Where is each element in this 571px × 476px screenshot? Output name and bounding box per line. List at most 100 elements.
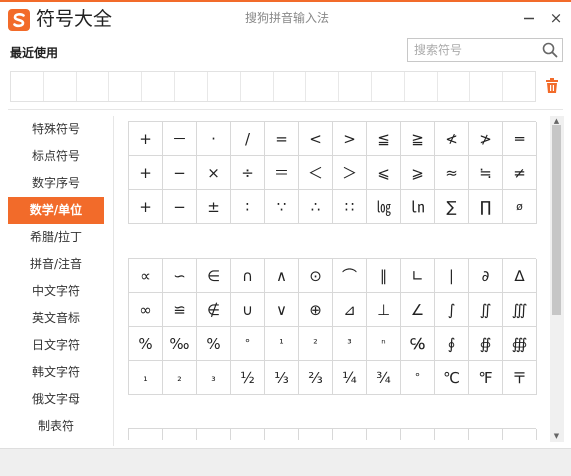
- symbol-cell[interactable]: ＞: [333, 156, 367, 190]
- symbol-cell[interactable]: ⊕: [299, 293, 333, 327]
- symbol-cell[interactable]: [333, 429, 367, 440]
- recent-symbol-slot[interactable]: [274, 72, 307, 101]
- symbol-cell[interactable]: ³: [333, 327, 367, 361]
- symbol-cell[interactable]: [435, 429, 469, 440]
- minimize-button[interactable]: [519, 8, 539, 28]
- symbol-cell[interactable]: [401, 429, 435, 440]
- symbol-cell[interactable]: °: [401, 361, 435, 395]
- symbol-cell[interactable]: <: [299, 122, 333, 156]
- symbol-cell[interactable]: ¹: [265, 327, 299, 361]
- recent-symbol-slot[interactable]: [109, 72, 143, 101]
- symbol-cell[interactable]: >: [333, 122, 367, 156]
- scroll-down-icon[interactable]: ▼: [552, 432, 561, 440]
- symbol-cell[interactable]: /: [231, 122, 265, 156]
- symbol-cell[interactable]: ×: [197, 156, 231, 190]
- symbol-cell[interactable]: ⊙: [299, 259, 333, 293]
- symbol-cell[interactable]: －: [163, 122, 197, 156]
- recent-symbol-slot[interactable]: [438, 72, 471, 101]
- search-box[interactable]: [407, 38, 563, 62]
- symbol-cell[interactable]: ±: [197, 190, 231, 224]
- recent-symbol-slot[interactable]: [175, 72, 208, 101]
- symbol-cell[interactable]: ═: [503, 122, 537, 156]
- symbol-cell[interactable]: ⊿: [333, 293, 367, 327]
- recent-symbol-slot[interactable]: [306, 72, 340, 101]
- symbol-cell[interactable]: ∉: [197, 293, 231, 327]
- symbol-cell[interactable]: ∆: [503, 259, 537, 293]
- symbol-cell[interactable]: °: [231, 327, 265, 361]
- recent-symbol-slot[interactable]: [405, 72, 438, 101]
- symbol-cell[interactable]: ¼: [333, 361, 367, 395]
- symbol-cell[interactable]: ⅔: [299, 361, 333, 395]
- recent-symbol-slot[interactable]: [339, 72, 372, 101]
- sidebar-item[interactable]: 拼音/注音: [8, 251, 104, 278]
- symbol-cell[interactable]: [163, 429, 197, 440]
- recent-symbol-slot[interactable]: [470, 72, 504, 101]
- sidebar-item[interactable]: 日文字符: [8, 332, 104, 359]
- symbol-cell[interactable]: ∂: [469, 259, 503, 293]
- symbol-cell[interactable]: ₁: [129, 361, 163, 395]
- symbol-cell[interactable]: ∶: [231, 190, 265, 224]
- symbol-cell[interactable]: ∵: [265, 190, 299, 224]
- symbol-cell[interactable]: [469, 429, 503, 440]
- symbol-cell[interactable]: ℅: [401, 327, 435, 361]
- symbol-cell[interactable]: ∥: [367, 259, 401, 293]
- symbol-cell[interactable]: ℃: [435, 361, 469, 395]
- symbol-cell[interactable]: ∞: [129, 293, 163, 327]
- recent-symbol-slot[interactable]: [503, 72, 535, 101]
- symbol-cell[interactable]: [503, 429, 537, 440]
- sidebar-item[interactable]: 制表符: [8, 413, 104, 440]
- symbol-cell[interactable]: 〒: [503, 361, 537, 395]
- sidebar-item[interactable]: 中文字符: [8, 278, 104, 305]
- recent-symbol-slot[interactable]: [77, 72, 110, 101]
- symbol-cell[interactable]: ₂: [163, 361, 197, 395]
- symbol-cell[interactable]: ∴: [299, 190, 333, 224]
- symbol-cell[interactable]: ²: [299, 327, 333, 361]
- symbol-cell[interactable]: ∑: [435, 190, 469, 224]
- symbol-cell[interactable]: ÷: [231, 156, 265, 190]
- symbol-cell[interactable]: =: [265, 122, 299, 156]
- recent-symbol-slot[interactable]: [11, 72, 44, 101]
- symbol-cell[interactable]: ∧: [265, 259, 299, 293]
- symbol-cell[interactable]: ∨: [265, 293, 299, 327]
- sidebar-item[interactable]: 特殊符号: [8, 116, 104, 143]
- symbol-cell[interactable]: −: [163, 190, 197, 224]
- search-icon[interactable]: [542, 42, 558, 58]
- symbol-cell[interactable]: ·: [197, 122, 231, 156]
- symbol-cell[interactable]: ≒: [469, 156, 503, 190]
- symbol-cell[interactable]: [265, 429, 299, 440]
- symbol-cell[interactable]: ∏: [469, 190, 503, 224]
- recent-symbol-slot[interactable]: [208, 72, 241, 101]
- symbol-cell[interactable]: ∯: [469, 327, 503, 361]
- trash-icon[interactable]: [545, 78, 559, 93]
- symbol-cell[interactable]: ø: [503, 190, 537, 224]
- symbol-cell[interactable]: ∭: [503, 293, 537, 327]
- symbol-cell[interactable]: ∷: [333, 190, 367, 224]
- symbol-cell[interactable]: [367, 429, 401, 440]
- symbol-cell[interactable]: +: [129, 190, 163, 224]
- symbol-cell[interactable]: ∟: [401, 259, 435, 293]
- recent-symbol-slot[interactable]: [44, 72, 77, 101]
- symbol-cell[interactable]: ‰: [163, 327, 197, 361]
- symbol-cell[interactable]: ⊥: [367, 293, 401, 327]
- symbol-cell[interactable]: ≧: [401, 122, 435, 156]
- symbol-cell[interactable]: ≠: [503, 156, 537, 190]
- symbol-cell[interactable]: ≈: [435, 156, 469, 190]
- search-input[interactable]: [414, 41, 542, 59]
- symbol-cell[interactable]: ㏑: [401, 190, 435, 224]
- scroll-up-icon[interactable]: ▲: [552, 117, 561, 125]
- symbol-cell[interactable]: ≯: [469, 122, 503, 156]
- symbol-cell[interactable]: %: [197, 327, 231, 361]
- symbol-cell[interactable]: ⩾: [401, 156, 435, 190]
- symbol-cell[interactable]: ∈: [197, 259, 231, 293]
- symbol-cell[interactable]: ⌒: [333, 259, 367, 293]
- symbol-cell[interactable]: ∮: [435, 327, 469, 361]
- symbol-cell[interactable]: ℉: [469, 361, 503, 395]
- symbol-cell[interactable]: ⅓: [265, 361, 299, 395]
- symbol-cell[interactable]: +: [129, 122, 163, 156]
- symbol-cell[interactable]: ₃: [197, 361, 231, 395]
- sidebar-item[interactable]: 数字序号: [8, 170, 104, 197]
- symbol-cell[interactable]: ∬: [469, 293, 503, 327]
- symbol-cell[interactable]: ∩: [231, 259, 265, 293]
- symbol-cell[interactable]: ≮: [435, 122, 469, 156]
- symbol-cell[interactable]: [299, 429, 333, 440]
